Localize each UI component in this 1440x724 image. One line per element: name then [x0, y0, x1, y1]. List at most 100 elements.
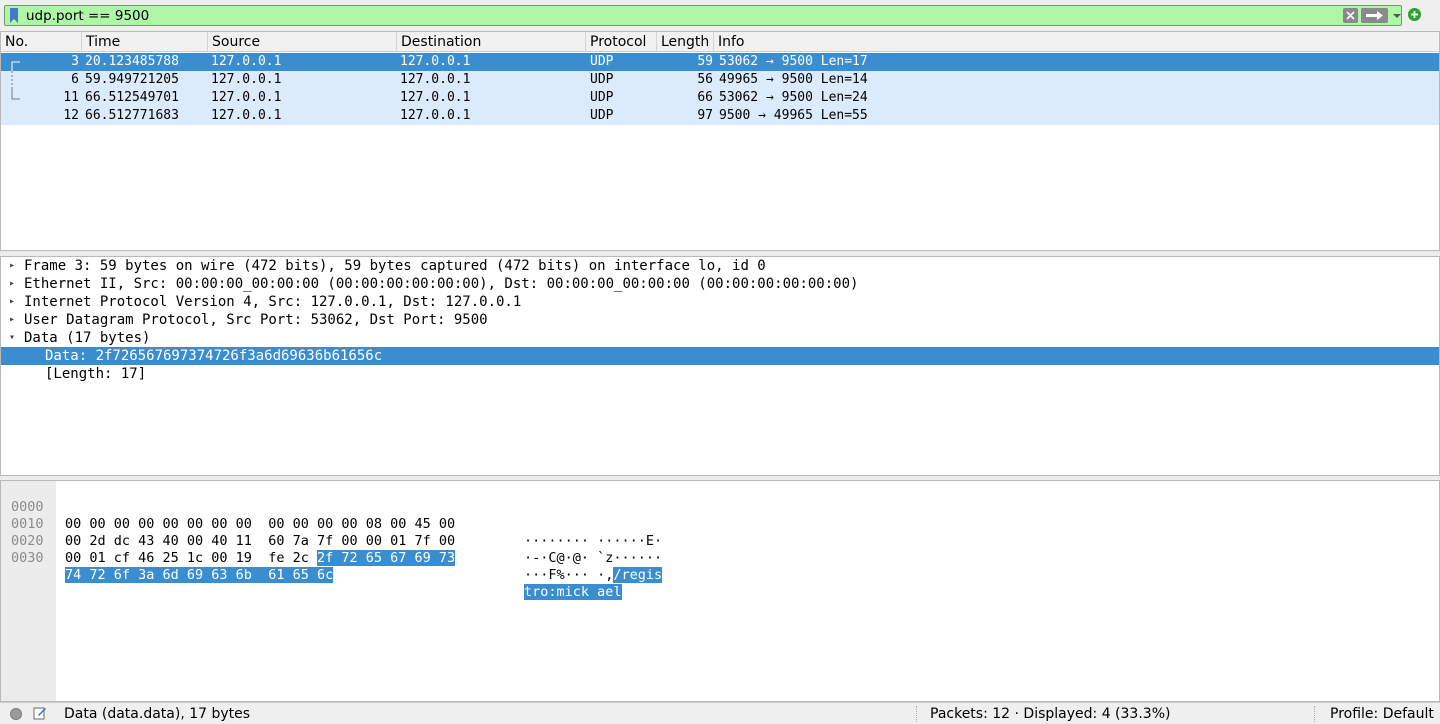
ascii-bytes[interactable]: ········ ······E· [524, 533, 662, 550]
tree-item-label: User Datagram Protocol, Src Port: 53062,… [24, 312, 488, 328]
hex-bytes[interactable]: 00 2d dc 43 40 00 40 11 60 7a 7f 00 00 0… [65, 533, 455, 550]
tree-item-data-value[interactable]: Data: 2f726567697374726f3a6d69636b61656c [1, 347, 1439, 365]
packet-destination: 127.0.0.1 [400, 54, 471, 69]
status-separator [1314, 706, 1315, 722]
packet-info: 53062 → 9500 Len=24 [719, 90, 868, 105]
expand-arrow-icon[interactable]: ▸ [9, 311, 15, 329]
display-filter-text[interactable]: udp.port == 9500 [26, 8, 149, 24]
profile-selector[interactable]: Profile: Default [1330, 703, 1434, 724]
packet-no: 3 [71, 54, 79, 69]
packets-displayed-stat: Packets: 12 · Displayed: 4 (33.3%) [930, 706, 1171, 722]
tree-item-data-length[interactable]: [Length: 17] [1, 365, 1439, 383]
hex-bytes[interactable]: 00 01 cf 46 25 1c 00 19 fe 2c 2f 72 65 6… [65, 550, 456, 567]
packet-info: 9500 → 49965 Len=55 [719, 108, 868, 123]
packet-info: 49965 → 9500 Len=14 [719, 72, 868, 87]
bytes-row[interactable]: 0030 74 72 6f 3a 6d 69 63 6b 61 65 6c tr… [1, 533, 622, 600]
hex-highlighted: 74 72 6f 3a 6d 69 63 6b 61 65 6c [65, 567, 334, 583]
packet-list-header: No. Time Source Destination Protocol Len… [1, 32, 1439, 52]
display-filter-input[interactable]: udp.port == 9500 [4, 5, 1402, 26]
byte-offset: 0030 [11, 550, 44, 566]
bytes-row[interactable]: 0020 00 01 cf 46 25 1c 00 19 fe 2c 2f 72… [1, 516, 663, 583]
hex-plain: 00 00 00 00 00 00 00 00 00 00 00 00 08 0… [65, 516, 456, 532]
tree-item-label: [Length: 17] [45, 366, 147, 382]
packet-no: 12 [63, 108, 79, 123]
column-header-source[interactable]: Source [208, 32, 397, 52]
packet-row[interactable]: 11 66.512549701 127.0.0.1 127.0.0.1 UDP … [1, 89, 1439, 107]
ascii-highlighted: tro:mick ael [524, 584, 622, 600]
hex-bytes[interactable]: 74 72 6f 3a 6d 69 63 6b 61 65 6c [65, 567, 334, 584]
hex-highlighted: 2f 72 65 67 69 73 [316, 550, 456, 566]
tree-item-label: Data (17 bytes) [24, 330, 151, 346]
hex-plain: 00 2d dc 43 40 00 40 11 60 7a 7f 00 00 0… [65, 533, 456, 549]
packet-protocol: UDP [590, 72, 614, 87]
packet-details-tree: ▸ Frame 3: 59 bytes on wire (472 bits), … [0, 256, 1440, 476]
tree-item-ip[interactable]: ▸ Internet Protocol Version 4, Src: 127.… [1, 293, 1439, 311]
packet-protocol: UDP [590, 90, 614, 105]
ascii-highlighted: /regis [613, 567, 663, 583]
apply-filter-icon[interactable] [1361, 8, 1388, 23]
tree-item-data[interactable]: ▾ Data (17 bytes) [1, 329, 1439, 347]
expand-arrow-icon[interactable]: ▸ [9, 275, 15, 293]
packet-length: 66 [697, 90, 713, 105]
tree-item-label: Frame 3: 59 bytes on wire (472 bits), 59… [24, 258, 766, 274]
tree-item-label: Data: 2f726567697374726f3a6d69636b61656c [45, 348, 383, 364]
packet-time: 66.512549701 [85, 90, 179, 105]
ascii-bytes[interactable]: ···F%··· ·,/regis [524, 567, 663, 584]
bytes-row[interactable]: 0010 00 2d dc 43 40 00 40 11 60 7a 7f 00… [1, 499, 662, 566]
packet-time: 66.512771683 [85, 108, 179, 123]
hex-plain: 00 01 cf 46 25 1c 00 19 fe 2c [65, 550, 317, 566]
packet-length: 97 [697, 108, 713, 123]
ascii-bytes[interactable]: ·-·C@·@· `z······ [524, 550, 662, 567]
column-header-destination[interactable]: Destination [397, 32, 586, 52]
expand-arrow-icon[interactable]: ▸ [9, 293, 15, 311]
tree-item-udp[interactable]: ▸ User Datagram Protocol, Src Port: 5306… [1, 311, 1439, 329]
column-header-length[interactable]: Length [657, 32, 714, 52]
packet-protocol: UDP [590, 108, 614, 123]
clear-filter-icon[interactable] [1343, 8, 1358, 23]
tree-item-label: Internet Protocol Version 4, Src: 127.0.… [24, 294, 522, 310]
packet-length: 59 [697, 54, 713, 69]
packet-protocol: UDP [590, 54, 614, 69]
status-field-info: Data (data.data), 17 bytes [64, 706, 251, 722]
bytes-row[interactable]: 0000 00 00 00 00 00 00 00 00 00 00 00 00… [1, 482, 662, 549]
packet-bytes-pane: 0000 00 00 00 00 00 00 00 00 00 00 00 00… [0, 480, 1440, 702]
column-header-time[interactable]: Time [82, 32, 208, 52]
chevron-down-icon[interactable] [1391, 8, 1403, 23]
packet-source: 127.0.0.1 [211, 108, 282, 123]
collapse-arrow-icon[interactable]: ▾ [9, 329, 15, 347]
packet-info: 53062 → 9500 Len=17 [719, 54, 868, 69]
ascii-plain: ·-·C@·@· `z······ [524, 550, 663, 566]
packet-time: 59.949721205 [85, 72, 179, 87]
packet-destination: 127.0.0.1 [400, 108, 471, 123]
column-header-info[interactable]: Info [714, 32, 1439, 52]
tree-item-frame[interactable]: ▸ Frame 3: 59 bytes on wire (472 bits), … [1, 257, 1439, 275]
packet-row[interactable]: 3 20.123485788 127.0.0.1 127.0.0.1 UDP 5… [1, 53, 1439, 71]
ascii-plain: ········ ······E· [524, 533, 663, 549]
packet-source: 127.0.0.1 [211, 72, 282, 87]
packet-no: 6 [71, 72, 79, 87]
ascii-plain: ···F%··· ·, [524, 567, 614, 583]
column-header-protocol[interactable]: Protocol [586, 32, 657, 52]
hex-bytes[interactable]: 00 00 00 00 00 00 00 00 00 00 00 00 08 0… [65, 516, 455, 533]
packet-list: No. Time Source Destination Protocol Len… [0, 31, 1440, 251]
packet-row[interactable]: 12 66.512771683 127.0.0.1 127.0.0.1 UDP … [1, 107, 1439, 125]
status-bar: Data (data.data), 17 bytes Packets: 12 ·… [0, 702, 1440, 724]
packet-source: 127.0.0.1 [211, 90, 282, 105]
status-separator [916, 706, 917, 722]
expert-info-led-icon[interactable] [10, 708, 22, 720]
tree-item-ethernet[interactable]: ▸ Ethernet II, Src: 00:00:00_00:00:00 (0… [1, 275, 1439, 293]
edit-comment-icon[interactable] [33, 706, 47, 720]
expand-arrow-icon[interactable]: ▸ [9, 257, 15, 275]
packet-row[interactable]: 6 59.949721205 127.0.0.1 127.0.0.1 UDP 5… [1, 71, 1439, 89]
display-filter-toolbar: udp.port == 9500 [0, 0, 1440, 31]
packet-destination: 127.0.0.1 [400, 72, 471, 87]
add-filter-button-icon[interactable] [1408, 8, 1421, 21]
bookmark-icon[interactable] [9, 8, 19, 23]
packet-time: 20.123485788 [85, 54, 179, 69]
ascii-bytes[interactable]: tro:mick ael [524, 584, 622, 601]
packet-destination: 127.0.0.1 [400, 90, 471, 105]
column-header-no[interactable]: No. [1, 32, 82, 52]
tree-item-label: Ethernet II, Src: 00:00:00_00:00:00 (00:… [24, 276, 859, 292]
packet-source: 127.0.0.1 [211, 54, 282, 69]
packet-no: 11 [63, 90, 79, 105]
